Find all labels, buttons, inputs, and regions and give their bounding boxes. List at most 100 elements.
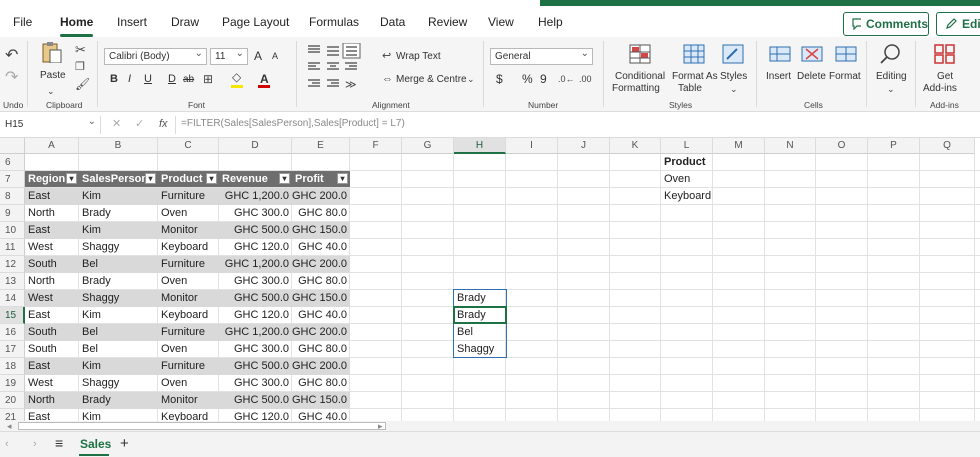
table-cell[interactable]: Kim [79,222,158,239]
table-header-region[interactable]: Region ▾ [25,171,79,187]
table-cell[interactable]: GHC 80.0 [292,205,350,222]
column-header-i[interactable]: I [506,138,558,154]
merge-centre-button[interactable]: Merge & Centre [396,74,467,85]
table-cell[interactable]: Kim [79,358,158,375]
menu-view[interactable]: View [488,15,514,29]
table-cell[interactable]: Bel [79,341,158,358]
table-cell[interactable]: Furniture [158,256,219,273]
column-header-q[interactable]: Q [920,138,975,154]
row-header-7[interactable]: 7 [0,171,25,188]
column-header-m[interactable]: M [713,138,765,154]
active-cell-h15[interactable] [453,306,507,324]
paste-dropdown-icon[interactable]: ⌄ [47,85,55,98]
horizontal-scrollbar[interactable]: ◂ ▸ [0,421,980,431]
row-header-8[interactable]: 8 [0,188,25,205]
editing-button[interactable]: Editing [876,71,907,82]
grow-font-button[interactable]: A [254,49,262,63]
table-cell[interactable]: Monitor [158,222,219,239]
increase-decimal-icon[interactable]: .0← [558,73,575,86]
table-cell[interactable]: GHC 150.0 [292,392,350,409]
table-cell[interactable]: Furniture [158,324,219,341]
menu-file[interactable]: File [13,15,32,29]
column-header-h[interactable]: H [454,138,506,154]
table-cell[interactable]: Oven [158,273,219,290]
table-cell[interactable]: South [25,256,79,273]
insert-function-icon[interactable]: fx [159,118,168,131]
table-cell[interactable]: East [25,409,79,421]
row-header-9[interactable]: 9 [0,205,25,222]
column-header-o[interactable]: O [816,138,868,154]
table-cell[interactable]: GHC 500.0 [219,358,292,375]
table-cell[interactable]: Kim [79,409,158,421]
row-header-13[interactable]: 13 [0,273,25,290]
table-cell[interactable]: East [25,188,79,205]
menu-help[interactable]: Help [538,15,563,29]
percent-button[interactable]: % [522,72,533,86]
product-value-cell[interactable]: Keyboard [661,188,713,205]
comments-button[interactable]: Comments [843,12,929,36]
table-cell[interactable]: GHC 300.0 [219,273,292,290]
table-cell[interactable]: GHC 80.0 [292,273,350,290]
table-cell[interactable]: GHC 200.0 [292,256,350,273]
table-cell[interactable]: Kim [79,188,158,205]
shrink-font-button[interactable]: A [272,51,278,61]
filter-dropdown-icon[interactable]: ▾ [66,173,77,184]
font-family-dropdown[interactable]: Calibri (Body) [104,46,207,65]
column-header-d[interactable]: D [219,138,292,154]
redo-icon[interactable]: ↷ [5,70,18,86]
next-sheet-icon[interactable]: › [33,438,37,451]
formula-input[interactable]: =FILTER(Sales[SalesPerson],Sales[Product… [181,118,405,129]
filter-dropdown-icon[interactable]: ▾ [206,173,217,184]
format-as-table-label-1[interactable]: Format As [672,71,718,82]
styles-dropdown-icon[interactable]: ⌄ [730,83,738,96]
undo-icon[interactable]: ↶ [5,48,18,64]
font-size-dropdown[interactable]: 11 [210,46,248,65]
table-cell[interactable]: Shaggy [79,375,158,392]
conditional-formatting-label-2[interactable]: Formatting [612,83,660,94]
all-sheets-menu-icon[interactable]: ≡ [55,436,63,450]
filter-dropdown-icon[interactable]: ▾ [145,173,156,184]
prev-sheet-icon[interactable]: ‹ [5,438,9,451]
edit-button[interactable]: Edit [936,12,980,36]
row-header-18[interactable]: 18 [0,358,25,375]
column-header-j[interactable]: J [558,138,610,154]
row-header-16[interactable]: 16 [0,324,25,341]
row-header-11[interactable]: 11 [0,239,25,256]
menu-draw[interactable]: Draw [171,15,199,29]
column-header-e[interactable]: E [292,138,350,154]
format-as-table-icon[interactable] [682,43,706,65]
format-as-table-label-2[interactable]: Table [678,83,702,94]
bold-button[interactable]: B [110,73,118,85]
menu-page-layout[interactable]: Page Layout [222,15,289,29]
sheet-tab-sales[interactable]: Sales [80,437,111,451]
table-cell[interactable]: Kim [79,307,158,324]
paste-icon[interactable] [40,41,64,63]
table-cell[interactable]: Oven [158,341,219,358]
table-cell[interactable]: GHC 40.0 [292,409,350,421]
table-header-revenue[interactable]: Revenue ▾ [219,171,292,187]
font-color-button[interactable]: A [260,72,269,86]
table-cell[interactable]: East [25,307,79,324]
menu-review[interactable]: Review [428,15,467,29]
name-box[interactable]: H15 [2,113,98,134]
table-cell[interactable]: GHC 1,200.0 [219,324,292,341]
table-cell[interactable]: North [25,392,79,409]
borders-icon[interactable]: ⊞ [203,73,213,86]
paste-label[interactable]: Paste [40,70,66,81]
table-cell[interactable]: GHC 500.0 [219,290,292,307]
strikethrough-button[interactable]: ab [183,74,194,85]
editing-dropdown-icon[interactable]: ⌄ [887,83,895,96]
table-header-profit[interactable]: Profit ▾ [292,171,350,187]
row-header-6[interactable]: 6 [0,154,25,171]
worksheet-grid[interactable]: A B C D E F G H I J K L M N O P Q 6 7 8 9 10 11 12 13 14 15 16 17 18 1… [0,138,980,421]
menu-formulas[interactable]: Formulas [309,15,359,29]
table-cell[interactable]: Bel [79,324,158,341]
column-header-l[interactable]: L [661,138,713,154]
table-cell[interactable]: East [25,222,79,239]
insert-cells-icon[interactable] [768,43,792,65]
table-cell[interactable]: Brady [79,205,158,222]
comma-button[interactable]: 9 [540,72,547,86]
product-value-cell[interactable]: Oven [661,171,713,188]
column-header-k[interactable]: K [610,138,661,154]
menu-data[interactable]: Data [380,15,405,29]
